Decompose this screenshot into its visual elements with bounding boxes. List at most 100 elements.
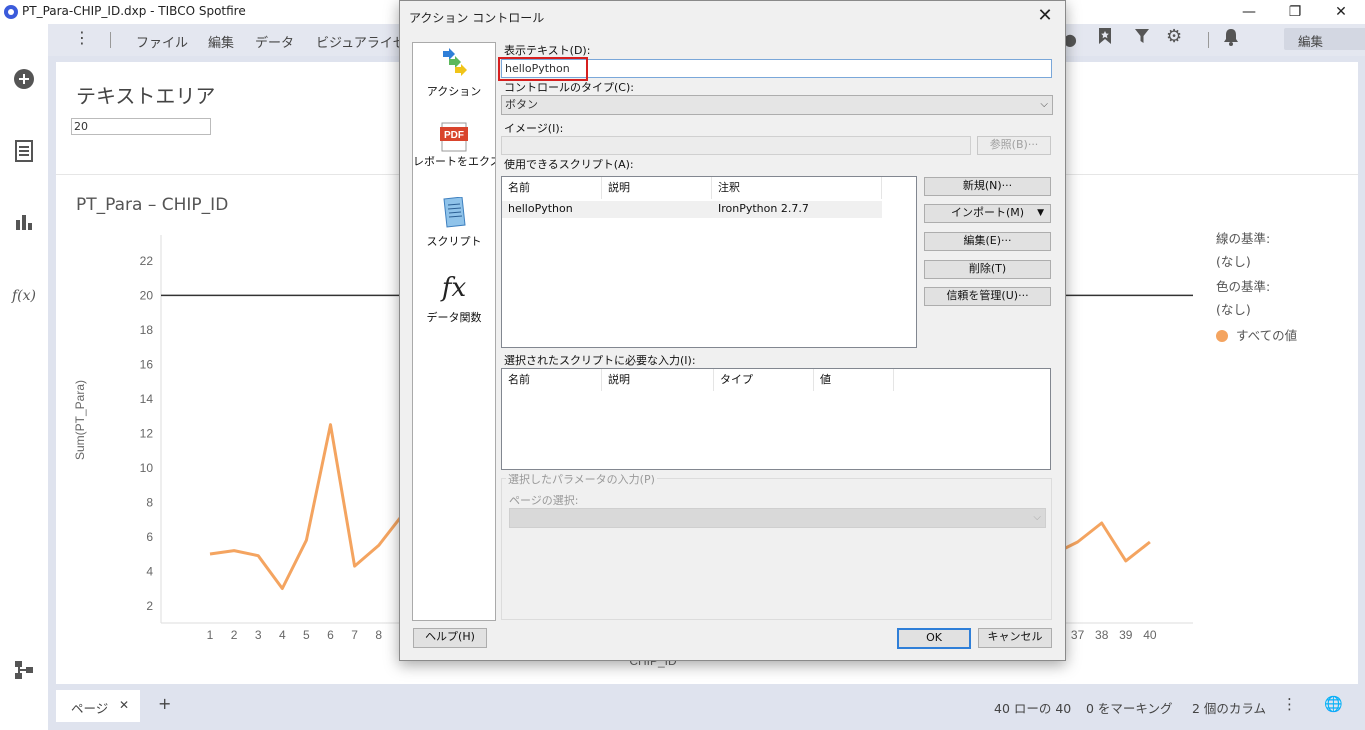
x-tick-label: 6 (327, 628, 334, 642)
control-type-select[interactable]: ボタン ⌵ (501, 95, 1053, 115)
menu-data[interactable]: データ (255, 32, 294, 51)
hierarchy-icon[interactable] (12, 660, 36, 684)
required-inputs-label: 選択されたスクリプトに必要な入力(I): (504, 354, 696, 367)
page-select-label: ページの選択: (509, 494, 579, 507)
page-tab[interactable]: ページ ✕ (56, 690, 140, 722)
data-table-icon[interactable] (12, 140, 36, 164)
window-title: PT_Para-CHIP_ID.dxp - TIBCO Spotfire (22, 4, 246, 18)
legend-swatch (1216, 330, 1228, 342)
minimize-button[interactable]: — (1226, 1, 1272, 23)
toolbar-divider-2 (1208, 32, 1209, 48)
col-input-description[interactable]: 説明 (602, 369, 714, 391)
y-tick-label: 14 (140, 392, 154, 406)
add-page-icon[interactable]: + (158, 694, 171, 713)
legend-line-by-label: 線の基準: (1216, 231, 1271, 246)
notification-bell-icon[interactable] (1223, 28, 1239, 50)
close-window-button[interactable]: ✕ (1318, 1, 1364, 23)
col-name[interactable]: 名前 (502, 177, 602, 199)
control-type-label: コントロールのタイプ(C): (504, 81, 634, 94)
status-bar: ページ ✕ + 40 ローの 40 0 をマーキング 2 個のカラム ⋮ 🌐 (56, 690, 1358, 722)
legend-item[interactable]: すべての値 (1216, 325, 1297, 344)
manage-trust-button[interactable]: 信頼を管理(U)··· (924, 287, 1051, 306)
dialog-close-button[interactable]: ✕ (1033, 4, 1057, 28)
y-tick-label: 6 (146, 530, 153, 544)
edit-script-button[interactable]: 編集(E)··· (924, 232, 1051, 251)
marking-count: 0 をマーキング (1086, 701, 1173, 716)
y-axis-label: Sum(PT_Para) (73, 380, 87, 460)
import-button[interactable]: インポート(M) ▼ (924, 204, 1051, 223)
y-tick-label: 16 (140, 357, 154, 371)
more-menu-icon[interactable]: ⋮ (74, 28, 90, 47)
dialog-title: アクション コントロール (409, 11, 545, 25)
new-script-button[interactable]: 新規(N)··· (924, 177, 1051, 196)
menu-file[interactable]: ファイル (136, 32, 188, 51)
y-tick-label: 18 (140, 323, 154, 337)
row-count: 40 ローの 40 (994, 701, 1072, 716)
col-input-value[interactable]: 値 (814, 369, 894, 391)
y-tick-label: 12 (140, 426, 154, 440)
col-annotation[interactable]: 注釈 (712, 177, 882, 199)
inputs-list[interactable]: 名前 説明 タイプ 値 (501, 368, 1051, 470)
nav-scripts-label: スクリプト (426, 235, 482, 248)
bookmark-icon[interactable] (1098, 27, 1112, 49)
legend-item-label: すべての値 (1235, 328, 1298, 343)
x-tick-label: 38 (1095, 628, 1109, 642)
control-type-value: ボタン (505, 98, 538, 111)
x-tick-label: 4 (279, 628, 286, 642)
browse-button: 参照(B)··· (977, 136, 1051, 155)
legend-color-by-value[interactable]: (なし) (1216, 299, 1251, 318)
spotfire-app-icon (4, 5, 18, 19)
svg-text:PDF: PDF (444, 130, 464, 141)
textarea-title: テキストエリア (76, 84, 216, 108)
more-options-icon[interactable]: ⋮ (1282, 695, 1297, 713)
close-tab-icon[interactable]: ✕ (119, 698, 129, 712)
script-document-icon (443, 197, 466, 228)
chart-title: PT_Para – CHIP_ID (76, 195, 229, 215)
display-text-label: 表示テキスト(D): (504, 44, 591, 57)
script-note: IronPython 2.7.7 (718, 202, 809, 215)
dropdown-arrow-icon: ▼ (1037, 208, 1044, 218)
legend-line-by-value[interactable]: (なし) (1216, 251, 1251, 270)
visualization-icon[interactable] (12, 212, 36, 236)
settings-gear-icon[interactable]: ⚙ (1166, 26, 1182, 47)
ok-button[interactable]: OK (897, 628, 971, 649)
property-input[interactable]: 20 (71, 118, 211, 135)
menu-visualization[interactable]: ビジュアライゼ (316, 32, 406, 51)
filter-icon[interactable] (1134, 28, 1150, 48)
add-icon[interactable] (12, 68, 36, 92)
scripts-list[interactable]: 名前 説明 注釈 helloPython IronPython 2.7.7 (501, 176, 917, 348)
x-tick-label: 3 (255, 628, 262, 642)
y-tick-label: 10 (140, 461, 154, 475)
menu-edit[interactable]: 編集 (208, 32, 234, 51)
restore-button[interactable]: ❐ (1272, 1, 1318, 23)
y-tick-label: 2 (146, 599, 153, 613)
action-control-dialog: アクション コントロール ✕ アクション PDF レポートをエクスポート (399, 0, 1066, 661)
script-name: helloPython (508, 202, 573, 215)
nav-actions-label: アクション (426, 85, 482, 98)
parameter-group (501, 478, 1052, 620)
col-input-name[interactable]: 名前 (502, 369, 602, 391)
column-count: 2 個のカラム (1192, 701, 1267, 716)
series-line-left (209, 423, 404, 590)
x-tick-label: 1 (207, 628, 214, 642)
delete-script-button[interactable]: 削除(T) (924, 260, 1051, 279)
image-label: イメージ(I): (504, 122, 564, 135)
fx-icon: fx (441, 273, 467, 303)
pdf-icon: PDF (440, 122, 468, 152)
cancel-button[interactable]: キャンセル (978, 628, 1052, 648)
x-tick-label: 2 (231, 628, 238, 642)
highlight-box (498, 57, 588, 81)
page-select: ⌵ (509, 508, 1046, 528)
import-button-label: インポート(M) (950, 206, 1025, 219)
function-icon[interactable]: f(x) (12, 284, 36, 308)
table-row[interactable]: helloPython IronPython 2.7.7 (502, 201, 882, 218)
help-button[interactable]: ヘルプ(H) (413, 628, 487, 648)
col-input-type[interactable]: タイプ (714, 369, 814, 391)
col-description[interactable]: 説明 (602, 177, 712, 199)
x-tick-label: 7 (351, 628, 358, 642)
chevron-down-icon: ⌵ (1033, 512, 1041, 523)
mode-dropdown[interactable]: 編集 ⌄ (1284, 28, 1365, 50)
x-tick-label: 40 (1143, 628, 1157, 642)
globe-icon[interactable]: 🌐 (1324, 695, 1343, 713)
action-arrows-icon (443, 48, 467, 76)
